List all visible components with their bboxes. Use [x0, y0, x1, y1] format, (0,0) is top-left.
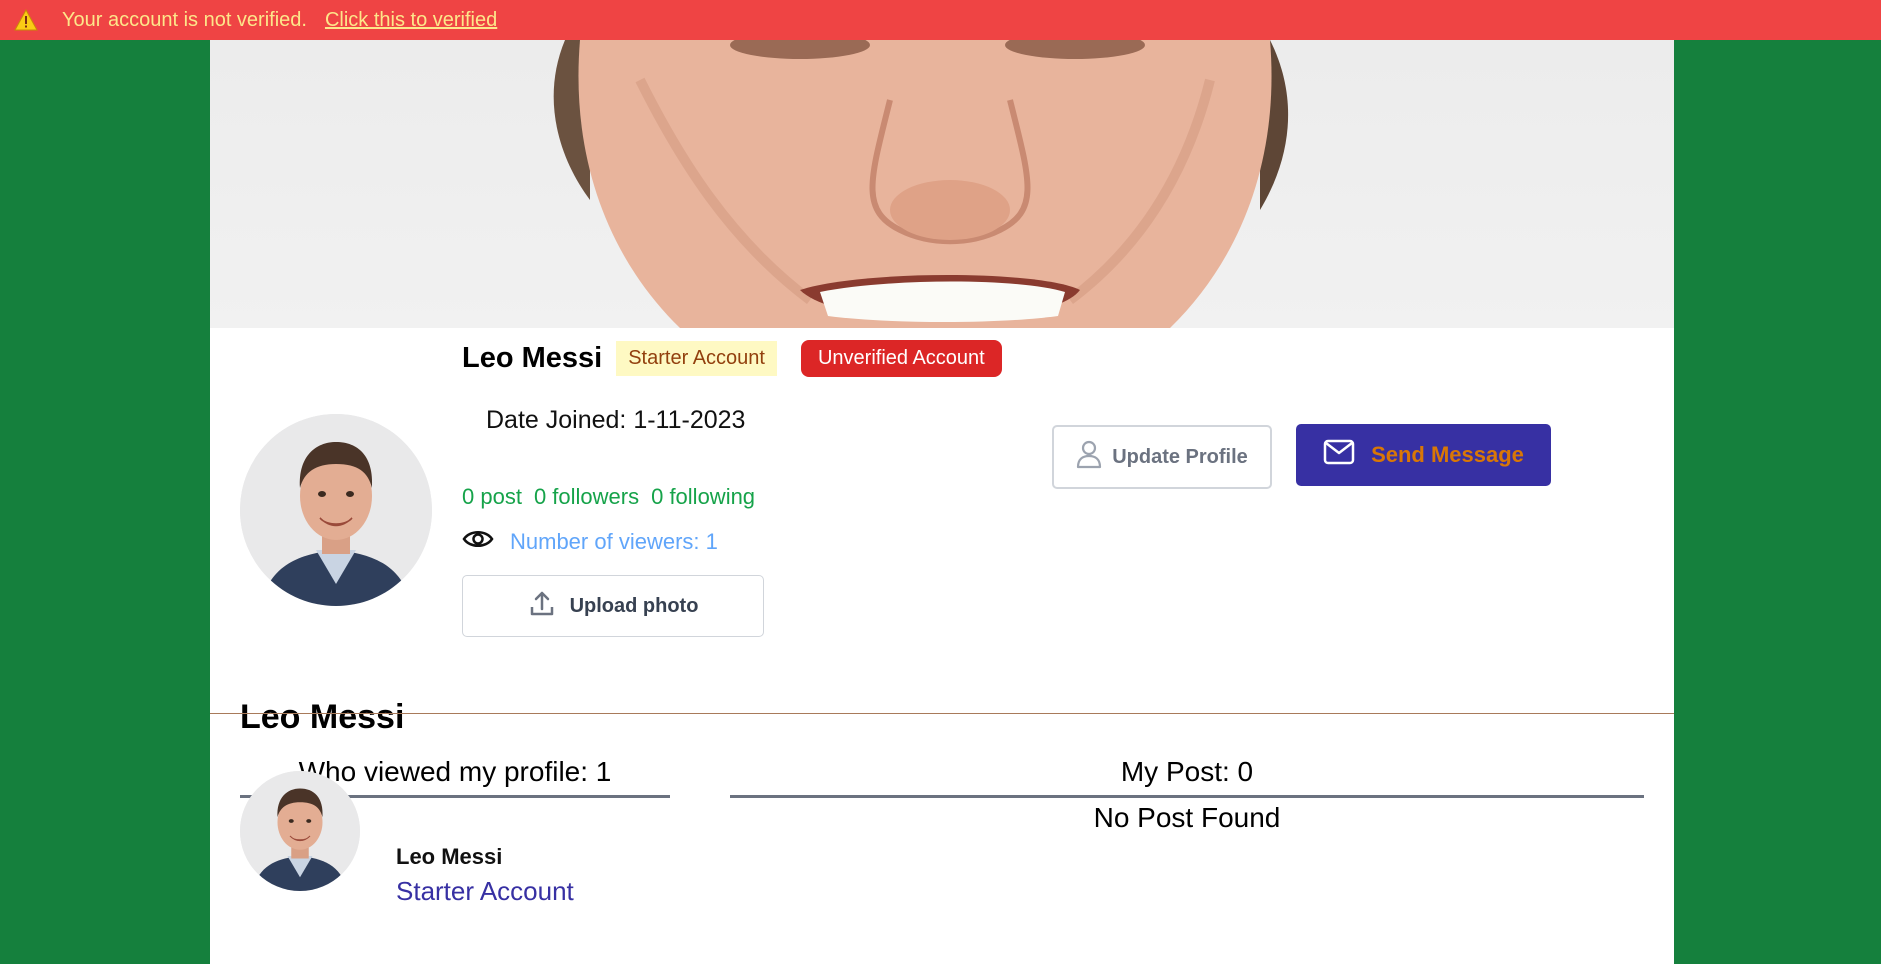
alert-message: Your account is not verified. [62, 8, 307, 31]
viewers-row: Number of viewers: 1 [462, 528, 718, 555]
upload-icon [528, 589, 570, 623]
verification-alert-bar: Your account is not verified. Click this… [0, 0, 1881, 40]
followers-count[interactable]: 0 followers [534, 484, 639, 510]
post-count[interactable]: 0 post [462, 484, 522, 510]
update-profile-label: Update Profile [1112, 445, 1248, 468]
viewer-name[interactable]: Leo Messi [396, 844, 502, 870]
my-post-underline [730, 795, 1644, 798]
eye-icon [462, 528, 494, 555]
upload-photo-button[interactable]: Upload photo [462, 575, 764, 637]
send-message-button[interactable]: Send Message [1296, 424, 1551, 486]
profile-name-row: Leo Messi Starter Account Unverified Acc… [462, 340, 1002, 377]
envelope-icon [1323, 439, 1371, 471]
section-divider [210, 713, 1674, 714]
user-icon [1076, 439, 1112, 475]
viewer-avatar[interactable] [240, 771, 360, 891]
no-post-message: No Post Found [1093, 802, 1281, 833]
cover-photo [210, 40, 1674, 328]
verify-link[interactable]: Click this to verified [325, 9, 497, 32]
profile-display-name: Leo Messi [240, 698, 405, 736]
viewers-count: Number of viewers: 1 [510, 528, 718, 554]
unverified-badge: Unverified Account [800, 340, 1002, 377]
my-post-title: My Post: 0 [1120, 756, 1254, 787]
following-count[interactable]: 0 following [651, 484, 755, 510]
profile-name: Leo Messi [462, 342, 603, 374]
date-joined: Date Joined: 1-11-2023 [486, 406, 746, 434]
viewer-account-type: Starter Account [396, 876, 574, 906]
profile-stats: 0 post 0 followers 0 following [462, 484, 755, 510]
avatar [240, 414, 432, 606]
upload-photo-label: Upload photo [569, 594, 699, 617]
send-message-label: Send Message [1371, 442, 1524, 467]
update-profile-button[interactable]: Update Profile [1052, 425, 1272, 489]
profile-card: Leo Messi Starter Account Unverified Acc… [210, 40, 1674, 964]
account-type-badge: Starter Account [616, 341, 777, 376]
warning-icon [14, 8, 38, 32]
